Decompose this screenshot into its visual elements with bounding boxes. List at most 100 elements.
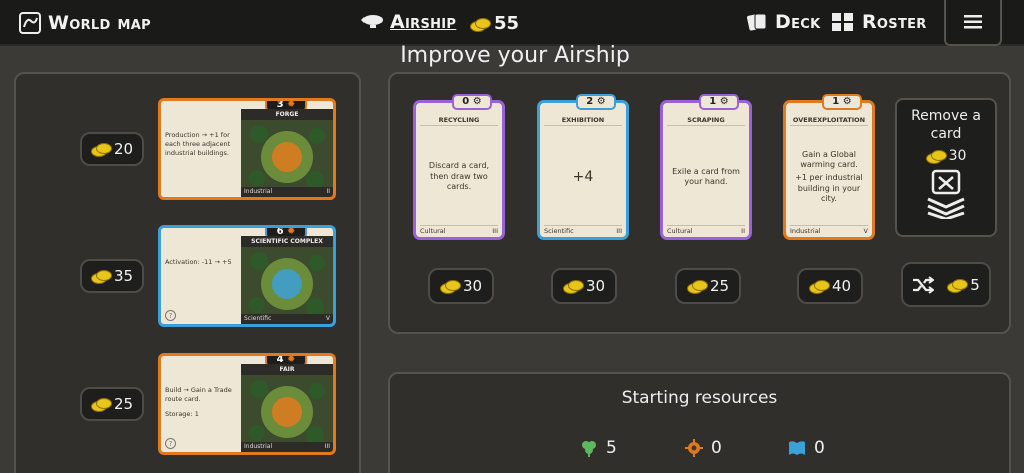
clover-icon — [582, 441, 596, 457]
gear-icon: ⚙ — [842, 96, 852, 107]
coin-icon — [90, 398, 112, 412]
card-text: Build → Gain a Trade route card. Storage:… — [165, 386, 237, 418]
card-name: SCIENTIFIC COMPLEX — [241, 236, 333, 247]
card-effect-2: +1 per industrial building in your city. — [795, 173, 863, 204]
coin-icon — [925, 150, 947, 164]
gear-icon: ⚙ — [472, 96, 482, 107]
card-tier: III — [492, 227, 498, 235]
card-type: Cultural — [420, 227, 446, 235]
card-cost-value: 1 — [709, 96, 717, 107]
building-card[interactable]: 4 ✹ FAIR Build → Gain a Trade route card… — [158, 353, 336, 455]
starting-resources-label: Starting resources — [621, 388, 778, 408]
building-price: 25 — [113, 395, 134, 413]
card-cost: 1 ⚙ — [822, 94, 862, 110]
card-type: Cultural — [667, 227, 693, 235]
card-text: Gain a Global warming card. +1 per indust… — [792, 133, 866, 221]
card-type: Scientific — [244, 315, 272, 322]
building-card[interactable]: 6 ✹ SCIENTIFIC COMPLEX Activation: -11 →… — [158, 225, 336, 327]
card-text: Production → +1 for each three adjacent … — [165, 131, 237, 163]
card-tier: V — [863, 227, 868, 235]
coin-icon — [808, 280, 830, 294]
building-card[interactable]: 3 ✹ FORGE Production → +1 for each three… — [158, 98, 336, 200]
blue-resource: 0 — [788, 438, 825, 458]
coin-icon — [90, 143, 112, 157]
card-name: EXHIBITION — [544, 115, 622, 126]
coin-icon — [90, 270, 112, 284]
airship-nav[interactable]: Airship — [360, 11, 456, 33]
remove-card-price: 30 — [948, 148, 967, 164]
card-tier: III — [324, 443, 330, 450]
roster-nav[interactable]: Roster — [830, 11, 927, 33]
airship-icon — [361, 15, 383, 28]
coin-icon — [470, 17, 491, 32]
card-name: FORGE — [241, 109, 333, 120]
coin-icon — [947, 278, 969, 293]
card-footer: Scientific III — [544, 225, 622, 235]
orange-resource-value: 0 — [711, 438, 722, 458]
green-resource: 5 — [580, 438, 617, 458]
card-type: Scientific — [544, 227, 574, 235]
blue-resource-value: 0 — [814, 438, 825, 458]
card-type: Industrial — [790, 227, 821, 235]
card-illustration — [241, 247, 333, 320]
card-tier: III — [616, 227, 622, 235]
card-text: Activation: -11 → +5 — [165, 258, 237, 273]
card-price-button[interactable]: 30 — [428, 268, 494, 304]
card-effect: Activation: -11 → +5 — [165, 258, 232, 266]
card-cost-value: 0 — [462, 96, 470, 107]
help-icon[interactable]: ? — [165, 310, 176, 321]
deck-icon — [747, 13, 767, 31]
menu-button[interactable] — [944, 0, 1002, 46]
trash-cards-icon — [927, 169, 965, 221]
card-effect-2: Storage: 1 — [165, 409, 199, 418]
card-text: Exile a card from your hand. — [669, 133, 743, 221]
card-illustration — [241, 120, 333, 193]
card-text: +4 — [546, 133, 620, 221]
action-card[interactable]: 0 ⚙ RECYCLING Discard a card, then draw … — [413, 94, 505, 240]
card-effect: Build → Gain a Trade route card. — [165, 386, 232, 403]
coin-icon — [562, 280, 584, 294]
reroll-button[interactable]: 5 — [901, 262, 991, 307]
green-resource-value: 5 — [606, 438, 617, 458]
card-price: 25 — [709, 277, 730, 295]
card-cost: 1 ⚙ — [699, 94, 739, 110]
card-name: RECYCLING — [420, 115, 498, 126]
building-price-button[interactable]: 35 — [80, 259, 144, 293]
card-price-button[interactable]: 40 — [797, 268, 863, 304]
remove-card-button[interactable]: Remove a card 30 — [895, 98, 997, 237]
card-text: Discard a card, then draw two cards. — [422, 133, 496, 221]
action-card[interactable]: 1 ⚙ SCRAPING Exile a card from your hand… — [660, 94, 752, 240]
deck-label: Deck — [775, 11, 821, 33]
card-footer: Industrial V — [790, 225, 868, 235]
card-tier: II — [741, 227, 745, 235]
coin-icon — [686, 280, 708, 294]
coin-counter: 55 — [470, 13, 519, 34]
airship-label: Airship — [390, 11, 457, 33]
roster-label: Roster — [862, 11, 927, 33]
help-icon[interactable]: ? — [165, 438, 176, 449]
gear-icon — [685, 439, 703, 457]
action-card[interactable]: 1 ⚙ OVEREXPLOITATION Gain a Global warmi… — [783, 94, 875, 240]
card-type: Industrial — [244, 188, 273, 195]
reroll-price: 5 — [970, 275, 980, 294]
card-cost: 2 ⚙ — [576, 94, 616, 110]
top-bar: World map Airship 55 Deck Roster — [0, 0, 1024, 46]
building-price-button[interactable]: 20 — [80, 132, 144, 166]
card-price-button[interactable]: 25 — [675, 268, 741, 304]
building-price-button[interactable]: 25 — [80, 387, 144, 421]
card-tier: II — [326, 188, 330, 195]
remove-card-cost: 30 — [897, 148, 995, 164]
app-root: World map Airship 55 Deck Roster Improve… — [0, 0, 1024, 473]
building-price: 35 — [113, 267, 134, 285]
card-effect: Gain a Global warming card. — [800, 149, 858, 169]
card-name: FAIR — [241, 364, 333, 375]
world-map-nav[interactable]: World map — [18, 11, 151, 35]
card-footer: Cultural II — [667, 225, 745, 235]
gear-icon: ⚙ — [719, 96, 729, 107]
card-effect: Production → +1 for each three adjacent … — [165, 131, 231, 157]
action-card[interactable]: 2 ⚙ EXHIBITION +4 Scientific III — [537, 94, 629, 240]
card-tier: V — [325, 315, 330, 322]
card-footer: Industrial III — [241, 442, 333, 452]
deck-nav[interactable]: Deck — [745, 11, 820, 33]
card-price-button[interactable]: 30 — [551, 268, 617, 304]
